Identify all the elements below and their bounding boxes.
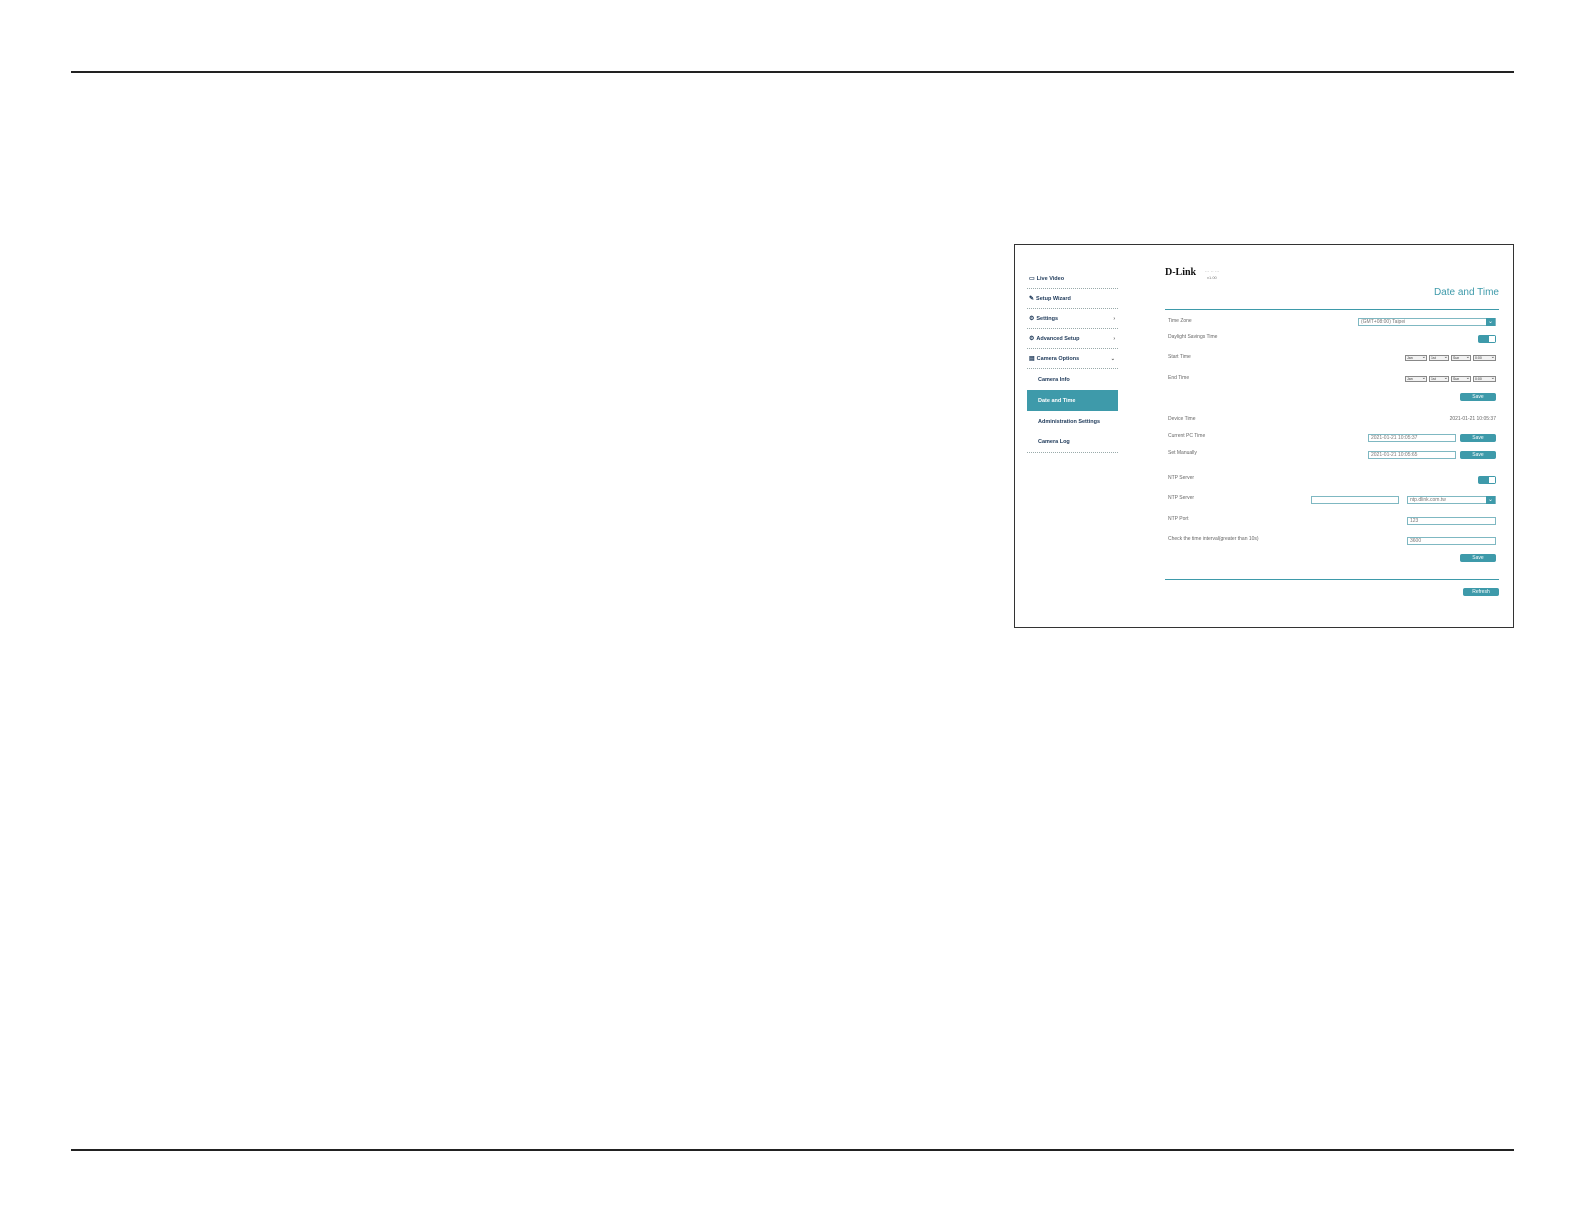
end-day-select[interactable]: Sun ⌄ [1451, 376, 1471, 382]
start-month-value: Jan [1407, 356, 1413, 360]
save-manual-time-button[interactable]: Save [1460, 451, 1496, 459]
camera-web-ui-panel: ▭ Live Video ✎ Setup Wizard ⚙ Settings ›… [1014, 244, 1514, 628]
sidebar-item-settings[interactable]: ⚙ Settings › [1027, 309, 1118, 329]
sidebar-item-label: Camera Options [1036, 355, 1080, 362]
set-manually-label: Set Manually [1168, 450, 1197, 456]
end-time-label: End Time [1168, 375, 1190, 381]
start-week-select[interactable]: 1st ⌄ [1429, 355, 1449, 361]
top-rule [71, 71, 1514, 73]
sidebar-item-setup-wizard[interactable]: ✎ Setup Wizard [1027, 289, 1118, 309]
page-title: Date and Time [1433, 287, 1499, 298]
wand-icon: ✎ [1029, 296, 1035, 302]
model-name: --- -- --- [1205, 269, 1220, 273]
save-ntp-button[interactable]: Save [1460, 554, 1496, 562]
chevron-down-icon: ⌄ [1421, 354, 1426, 360]
pc-time-label: Current PC Time [1168, 433, 1206, 439]
chevron-down-icon: ⌄ [1443, 354, 1448, 360]
gear-icon: ⚙ [1029, 316, 1035, 322]
pc-time-field[interactable]: 2021-01-21 10:05:37 [1368, 434, 1456, 442]
start-month-select[interactable]: Jan ⌄ [1405, 355, 1427, 361]
time-zone-select[interactable]: (GMT+08:00) Taipei ⌄ [1358, 318, 1496, 326]
interval-field[interactable]: 3600 [1407, 537, 1496, 545]
chevron-right-icon: › [1113, 315, 1115, 322]
sidebar-item-advanced-setup[interactable]: ⚙ Advanced Setup › [1027, 329, 1118, 349]
footer-divider [1165, 579, 1499, 580]
start-time-select[interactable]: 0:00 ⌄ [1473, 355, 1496, 361]
device-time-value: 2021-01-21 10:05:37 [1449, 416, 1496, 422]
dst-toggle[interactable] [1478, 335, 1496, 343]
chevron-down-icon: ⌄ [1490, 354, 1495, 360]
chevron-down-icon: ⌄ [1490, 375, 1495, 381]
sidebar-subitem-camera-info[interactable]: Camera Info [1027, 369, 1118, 390]
device-time-label: Device Time [1168, 416, 1196, 422]
start-day-select[interactable]: Sun ⌄ [1451, 355, 1471, 361]
time-zone-label: Time Zone [1168, 318, 1192, 324]
ntp-toggle[interactable] [1478, 476, 1496, 484]
end-month-value: Jan [1407, 377, 1413, 381]
sidebar-item-label: Settings [1036, 315, 1059, 322]
time-zone-value: (GMT+08:00) Taipei [1361, 319, 1406, 325]
interval-label: Check the time interval(greater than 10s… [1168, 536, 1259, 542]
start-day-value: Sun [1453, 356, 1460, 360]
sidebar-subitem-administration-settings[interactable]: Administration Settings [1027, 411, 1118, 432]
start-time-value: 0:00 [1475, 356, 1482, 360]
ntp-port-label: NTP Port [1168, 516, 1189, 522]
sidebar-item-live-video[interactable]: ▭ Live Video [1027, 269, 1118, 289]
ntp-toggle-label: NTP Server [1168, 475, 1195, 481]
end-week-value: 1st [1431, 377, 1436, 381]
end-time-value: 0:00 [1475, 377, 1482, 381]
sidebar-subitem-date-and-time[interactable]: Date and Time [1027, 390, 1118, 411]
header-divider [1165, 309, 1499, 310]
chevron-down-icon: ⌄ [1486, 496, 1495, 504]
end-day-value: Sun [1453, 377, 1460, 381]
end-time-select[interactable]: 0:00 ⌄ [1473, 376, 1496, 382]
ntp-server-label: NTP Server [1168, 495, 1195, 501]
start-week-value: 1st [1431, 356, 1436, 360]
camera-options-icon: ▤ [1029, 356, 1035, 362]
sidebar-item-label: Date and Time [1038, 397, 1076, 404]
sidebar-item-label: Advanced Setup [1036, 335, 1080, 342]
ntp-server-custom-field[interactable] [1311, 496, 1399, 504]
ntp-server-value: ntp.dlink.com.tw [1410, 497, 1446, 503]
set-manually-field[interactable]: 2021-01-21 10:05:65 [1368, 451, 1456, 459]
sidebar-item-label: Camera Log [1038, 439, 1070, 445]
bottom-rule [71, 1149, 1514, 1151]
sidebar-item-label: Administration Settings [1038, 418, 1101, 425]
save-dst-button[interactable]: Save [1460, 393, 1496, 401]
chevron-down-icon: ⌄ [1443, 375, 1448, 381]
refresh-button[interactable]: Refresh [1463, 588, 1499, 596]
chevron-down-icon: ⌄ [1465, 375, 1470, 381]
sidebar-item-camera-options[interactable]: ▤ Camera Options ⌄ [1027, 349, 1118, 369]
start-time-label: Start Time [1168, 354, 1191, 360]
sidebar-item-label: Camera Info [1038, 376, 1070, 383]
sidebar-item-label: Setup Wizard [1036, 295, 1071, 302]
firmware-version: v1.00 [1207, 275, 1217, 280]
chevron-down-icon: ⌄ [1486, 318, 1495, 326]
chevron-down-icon: ⌄ [1465, 354, 1470, 360]
end-week-select[interactable]: 1st ⌄ [1429, 376, 1449, 382]
chevron-down-icon: ⌄ [1421, 375, 1426, 381]
save-pc-time-button[interactable]: Save [1460, 434, 1496, 442]
sidebar-subitem-camera-log[interactable]: Camera Log [1027, 432, 1118, 453]
chevron-down-icon: ⌄ [1110, 355, 1115, 362]
cog-icon: ⚙ [1029, 336, 1035, 342]
video-icon: ▭ [1029, 276, 1035, 282]
sidebar: ▭ Live Video ✎ Setup Wizard ⚙ Settings ›… [1027, 269, 1118, 453]
end-month-select[interactable]: Jan ⌄ [1405, 376, 1427, 382]
chevron-right-icon: › [1113, 335, 1115, 342]
brand-logo: D-Link [1165, 267, 1197, 278]
ntp-server-select[interactable]: ntp.dlink.com.tw ⌄ [1407, 496, 1496, 504]
ntp-port-field[interactable]: 123 [1407, 517, 1496, 525]
dst-label: Daylight Savings Time [1168, 334, 1218, 340]
sidebar-item-label: Live Video [1036, 275, 1065, 282]
